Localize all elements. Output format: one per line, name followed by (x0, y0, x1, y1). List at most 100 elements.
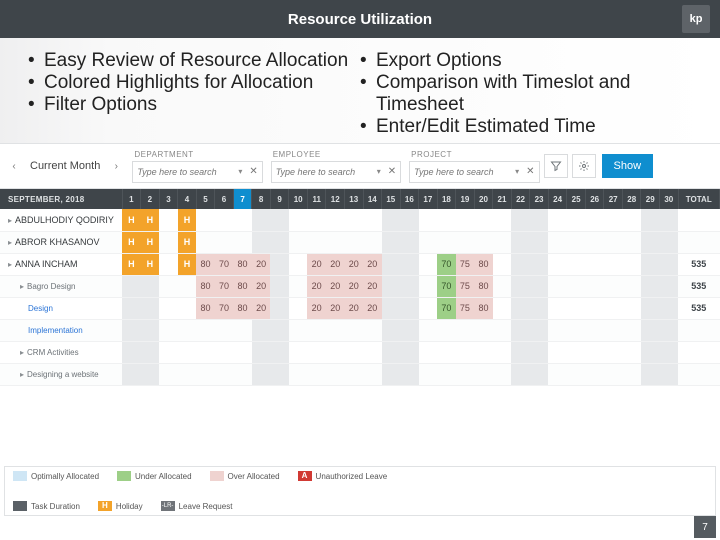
grid-cell[interactable]: H (141, 253, 160, 275)
employee-input[interactable] (272, 167, 374, 177)
grid-cell[interactable] (474, 231, 493, 253)
row-name[interactable]: ▸Designing a website (0, 363, 122, 385)
show-button[interactable]: Show (602, 154, 654, 178)
row-name[interactable]: ▸ANNA INCHAM (0, 253, 122, 275)
day-header[interactable]: 16 (400, 189, 419, 209)
grid-cell[interactable]: 80 (233, 297, 252, 319)
grid-cell[interactable] (604, 253, 623, 275)
grid-cell[interactable] (604, 363, 623, 385)
grid-cell[interactable] (122, 297, 141, 319)
grid-cell[interactable] (548, 297, 567, 319)
day-header[interactable]: 1 (122, 189, 141, 209)
grid-cell[interactable] (622, 297, 641, 319)
grid-cell[interactable] (363, 209, 382, 231)
grid-cell[interactable]: 70 (215, 275, 234, 297)
grid-cell[interactable] (289, 297, 308, 319)
day-header[interactable]: 9 (270, 189, 289, 209)
grid-cell[interactable]: 80 (196, 253, 215, 275)
grid-cell[interactable]: 80 (474, 297, 493, 319)
grid-cell[interactable]: 20 (307, 253, 326, 275)
grid-cell[interactable] (493, 297, 512, 319)
grid-cell[interactable] (122, 319, 141, 341)
row-name[interactable]: ▸ABDULHODIY QODIRIY (0, 209, 122, 231)
grid-cell[interactable] (567, 253, 586, 275)
grid-cell[interactable] (622, 363, 641, 385)
grid-cell[interactable] (641, 319, 660, 341)
grid-cell[interactable] (289, 275, 308, 297)
grid-cell[interactable] (548, 363, 567, 385)
grid-cell[interactable] (530, 209, 549, 231)
grid-cell[interactable] (585, 253, 604, 275)
grid-cell[interactable]: 70 (437, 297, 456, 319)
grid-cell[interactable] (344, 363, 363, 385)
grid-cell[interactable] (344, 231, 363, 253)
grid-cell[interactable] (252, 363, 271, 385)
grid-cell[interactable]: 20 (363, 297, 382, 319)
grid-cell[interactable] (159, 209, 178, 231)
grid-cell[interactable] (344, 341, 363, 363)
grid-cell[interactable] (159, 275, 178, 297)
grid-cell[interactable]: 20 (252, 253, 271, 275)
row-name[interactable]: ▸CRM Activities (0, 341, 122, 363)
grid-cell[interactable] (307, 363, 326, 385)
grid-cell[interactable] (270, 231, 289, 253)
grid-cell[interactable] (530, 319, 549, 341)
grid-cell[interactable]: H (178, 253, 197, 275)
day-header[interactable]: 23 (530, 189, 549, 209)
grid-cell[interactable] (419, 297, 438, 319)
grid-cell[interactable] (585, 275, 604, 297)
grid-cell[interactable] (604, 209, 623, 231)
grid-cell[interactable] (511, 209, 530, 231)
row-name[interactable]: Implementation (0, 319, 122, 341)
grid-cell[interactable] (548, 231, 567, 253)
grid-cell[interactable] (344, 319, 363, 341)
grid-cell[interactable] (159, 363, 178, 385)
grid-cell[interactable]: H (122, 253, 141, 275)
grid-cell[interactable] (567, 363, 586, 385)
grid-cell[interactable] (660, 341, 679, 363)
grid-cell[interactable] (307, 341, 326, 363)
grid-cell[interactable]: 20 (344, 275, 363, 297)
grid-cell[interactable] (141, 341, 160, 363)
grid-cell[interactable] (585, 363, 604, 385)
grid-cell[interactable] (511, 363, 530, 385)
grid-cell[interactable] (419, 363, 438, 385)
day-header[interactable]: 30 (660, 189, 679, 209)
grid-cell[interactable] (419, 319, 438, 341)
grid-cell[interactable] (622, 253, 641, 275)
grid-cell[interactable] (215, 363, 234, 385)
grid-cell[interactable] (660, 231, 679, 253)
grid-cell[interactable]: 20 (344, 297, 363, 319)
grid-cell[interactable]: H (122, 231, 141, 253)
grid-cell[interactable]: 20 (344, 253, 363, 275)
grid-cell[interactable] (270, 253, 289, 275)
grid-cell[interactable] (270, 209, 289, 231)
grid-cell[interactable]: 75 (456, 275, 475, 297)
day-header[interactable]: 19 (456, 189, 475, 209)
grid-cell[interactable] (660, 319, 679, 341)
grid-cell[interactable] (548, 275, 567, 297)
grid-cell[interactable]: 20 (307, 275, 326, 297)
grid-cell[interactable] (474, 363, 493, 385)
grid-cell[interactable]: H (141, 231, 160, 253)
grid-cell[interactable] (456, 209, 475, 231)
day-header[interactable]: 22 (511, 189, 530, 209)
grid-cell[interactable] (419, 209, 438, 231)
grid-cell[interactable] (289, 231, 308, 253)
grid-cell[interactable] (270, 341, 289, 363)
chevron-down-icon[interactable]: ▾ (235, 167, 245, 176)
day-header[interactable]: 3 (159, 189, 178, 209)
grid-cell[interactable] (382, 341, 401, 363)
grid-cell[interactable] (419, 341, 438, 363)
grid-cell[interactable] (363, 231, 382, 253)
grid-cell[interactable] (660, 253, 679, 275)
grid-cell[interactable] (660, 275, 679, 297)
grid-cell[interactable] (122, 341, 141, 363)
grid-cell[interactable]: 20 (326, 253, 345, 275)
grid-cell[interactable] (493, 363, 512, 385)
grid-cell[interactable] (196, 231, 215, 253)
grid-cell[interactable]: 70 (215, 253, 234, 275)
grid-cell[interactable] (252, 209, 271, 231)
day-header[interactable]: 10 (289, 189, 308, 209)
period-prev-button[interactable]: ‹ (6, 151, 22, 181)
